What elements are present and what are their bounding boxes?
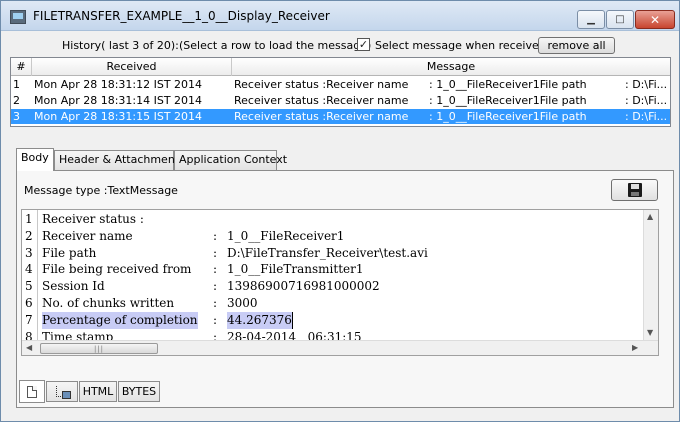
scroll-down-icon[interactable]: ▼ (647, 328, 653, 337)
table-row[interactable]: 2 Mon Apr 28 18:31:14 IST 2014 Receiver st… (11, 93, 670, 108)
row-message: Receiver status :Receiver name (234, 78, 409, 91)
scroll-up-icon[interactable]: ▲ (647, 212, 653, 221)
tab-header-attachments[interactable]: Header & Attachments (54, 150, 185, 170)
row-message: : D:\Fi... (625, 110, 668, 123)
body-panel: Message type :TextMessage 1 Receiver stat… (16, 170, 674, 408)
editor-line: 6 No. of chunks written:3000 (22, 295, 642, 312)
title-bar[interactable]: FILETRANSFER_EXAMPLE__1_0__Display_Recei… (1, 1, 679, 31)
text-view-tab[interactable] (19, 380, 45, 403)
line-value: 1_0__FileTransmitter1 (227, 262, 364, 277)
line-number: 4 (25, 262, 33, 277)
tree-view-tab[interactable] (46, 381, 78, 402)
row-message: : D:\Fi... (625, 94, 668, 107)
line-number: 6 (25, 296, 33, 310)
horizontal-scroll-thumb[interactable]: ||| (40, 343, 158, 354)
line-colon: : (213, 245, 218, 260)
row-message: : D:\Fi... (625, 78, 668, 91)
html-view-tab[interactable]: HTML (79, 381, 117, 402)
row-received: Mon Apr 28 18:31:14 IST 2014 (34, 94, 203, 107)
line-key: No. of chunks written (42, 296, 175, 310)
line-key: Session Id (42, 279, 105, 294)
row-message: : 1_0__FileReceiver1File path (429, 110, 587, 123)
row-number: 2 (13, 94, 20, 107)
line-value: 3000 (227, 296, 258, 310)
line-colon: : (213, 279, 218, 294)
tab-application-context[interactable]: Application Context (174, 150, 287, 170)
row-number: 3 (13, 110, 20, 123)
row-received: Mon Apr 28 18:31:15 IST 2014 (34, 110, 203, 123)
editor-line: 5 Session Id:13986900716981000002 (22, 278, 642, 295)
line-value: 13986900716981000002 (227, 279, 380, 294)
maximize-button[interactable]: □ (606, 10, 634, 29)
line-key: File being received from (42, 262, 192, 277)
save-button[interactable] (611, 179, 658, 201)
message-type-label: Message type :TextMessage (24, 184, 178, 197)
select-when-received-checkbox[interactable]: ✓ (357, 38, 370, 51)
app-window: FILETRANSFER_EXAMPLE__1_0__Display_Recei… (0, 0, 680, 422)
close-button[interactable]: ✕ (635, 10, 675, 29)
line-number: 7 (25, 312, 33, 327)
row-message: Receiver status :Receiver name (234, 110, 409, 123)
history-table: # Received Message 1 Mon Apr 28 18:31:12 … (10, 57, 671, 127)
editor-line: 1 Receiver status : (22, 211, 642, 228)
horizontal-scrollbar[interactable]: ◀ ||| ▶ (22, 340, 658, 355)
row-received: Mon Apr 28 18:31:12 IST 2014 (34, 78, 203, 91)
minimize-button[interactable]: ▁ (577, 10, 605, 29)
line-number: 5 (25, 279, 33, 294)
table-row[interactable]: 1 Mon Apr 28 18:31:12 IST 2014 Receiver st… (11, 77, 670, 92)
document-icon (27, 385, 37, 398)
select-when-received-label[interactable]: Select message when received (375, 39, 546, 52)
scroll-right-icon[interactable]: ▶ (632, 343, 638, 352)
remove-all-button[interactable]: remove all (538, 37, 615, 54)
editor-line: 2 Receiver name:1_0__FileReceiver1 (22, 228, 642, 245)
message-body-editor[interactable]: 1 Receiver status :2 Receiver name:1_0__Fi… (21, 209, 659, 356)
row-message: : 1_0__FileReceiver1File path (429, 94, 587, 107)
line-value: 44.267376 (227, 311, 293, 329)
line-colon: : (213, 228, 218, 243)
tab-body[interactable]: Body (16, 148, 54, 171)
history-hint: (Select a row to load the message) (179, 39, 372, 52)
row-message: Receiver status :Receiver name (234, 94, 409, 107)
line-value: 1_0__FileReceiver1 (227, 228, 345, 243)
editor-line: 7 Percentage of completion:44.267376 (22, 311, 642, 329)
line-colon: : (213, 262, 218, 277)
line-value: D:\FileTransfer_Receiver\test.avi (227, 245, 428, 260)
row-message: : 1_0__FileReceiver1File path (429, 78, 587, 91)
vertical-scrollbar[interactable]: ▲ ▼ (643, 210, 658, 340)
editor-line: 4 File being received from:1_0__FileTrans… (22, 261, 642, 278)
bytes-view-tab[interactable]: BYTES (118, 381, 160, 402)
line-key: File path (42, 245, 97, 260)
editor-line: 3 File path: D:\FileTransfer_Receiver\test… (22, 245, 642, 262)
column-header-received[interactable]: Received (32, 58, 232, 76)
app-icon (10, 10, 26, 24)
floppy-disk-icon (627, 183, 642, 197)
line-key: Receiver name (42, 228, 133, 243)
tree-icon (54, 385, 71, 399)
line-colon: : (213, 296, 218, 310)
row-number: 1 (13, 78, 20, 91)
line-number: 2 (25, 228, 33, 243)
line-number: 1 (25, 212, 33, 226)
line-number: 3 (25, 245, 33, 260)
line-key: Receiver status : (42, 212, 144, 226)
history-label: History( last 3 of 20): (62, 39, 179, 52)
column-header-number[interactable]: # (11, 58, 32, 76)
table-header: # Received Message (11, 58, 670, 76)
column-header-message[interactable]: Message (232, 58, 670, 76)
scroll-left-icon[interactable]: ◀ (26, 343, 32, 352)
window-title: FILETRANSFER_EXAMPLE__1_0__Display_Recei… (33, 9, 330, 23)
table-row[interactable]: 3 Mon Apr 28 18:31:15 IST 2014 Receiver st… (11, 109, 670, 124)
line-key: Percentage of completion (42, 311, 198, 329)
line-colon: : (213, 312, 218, 327)
